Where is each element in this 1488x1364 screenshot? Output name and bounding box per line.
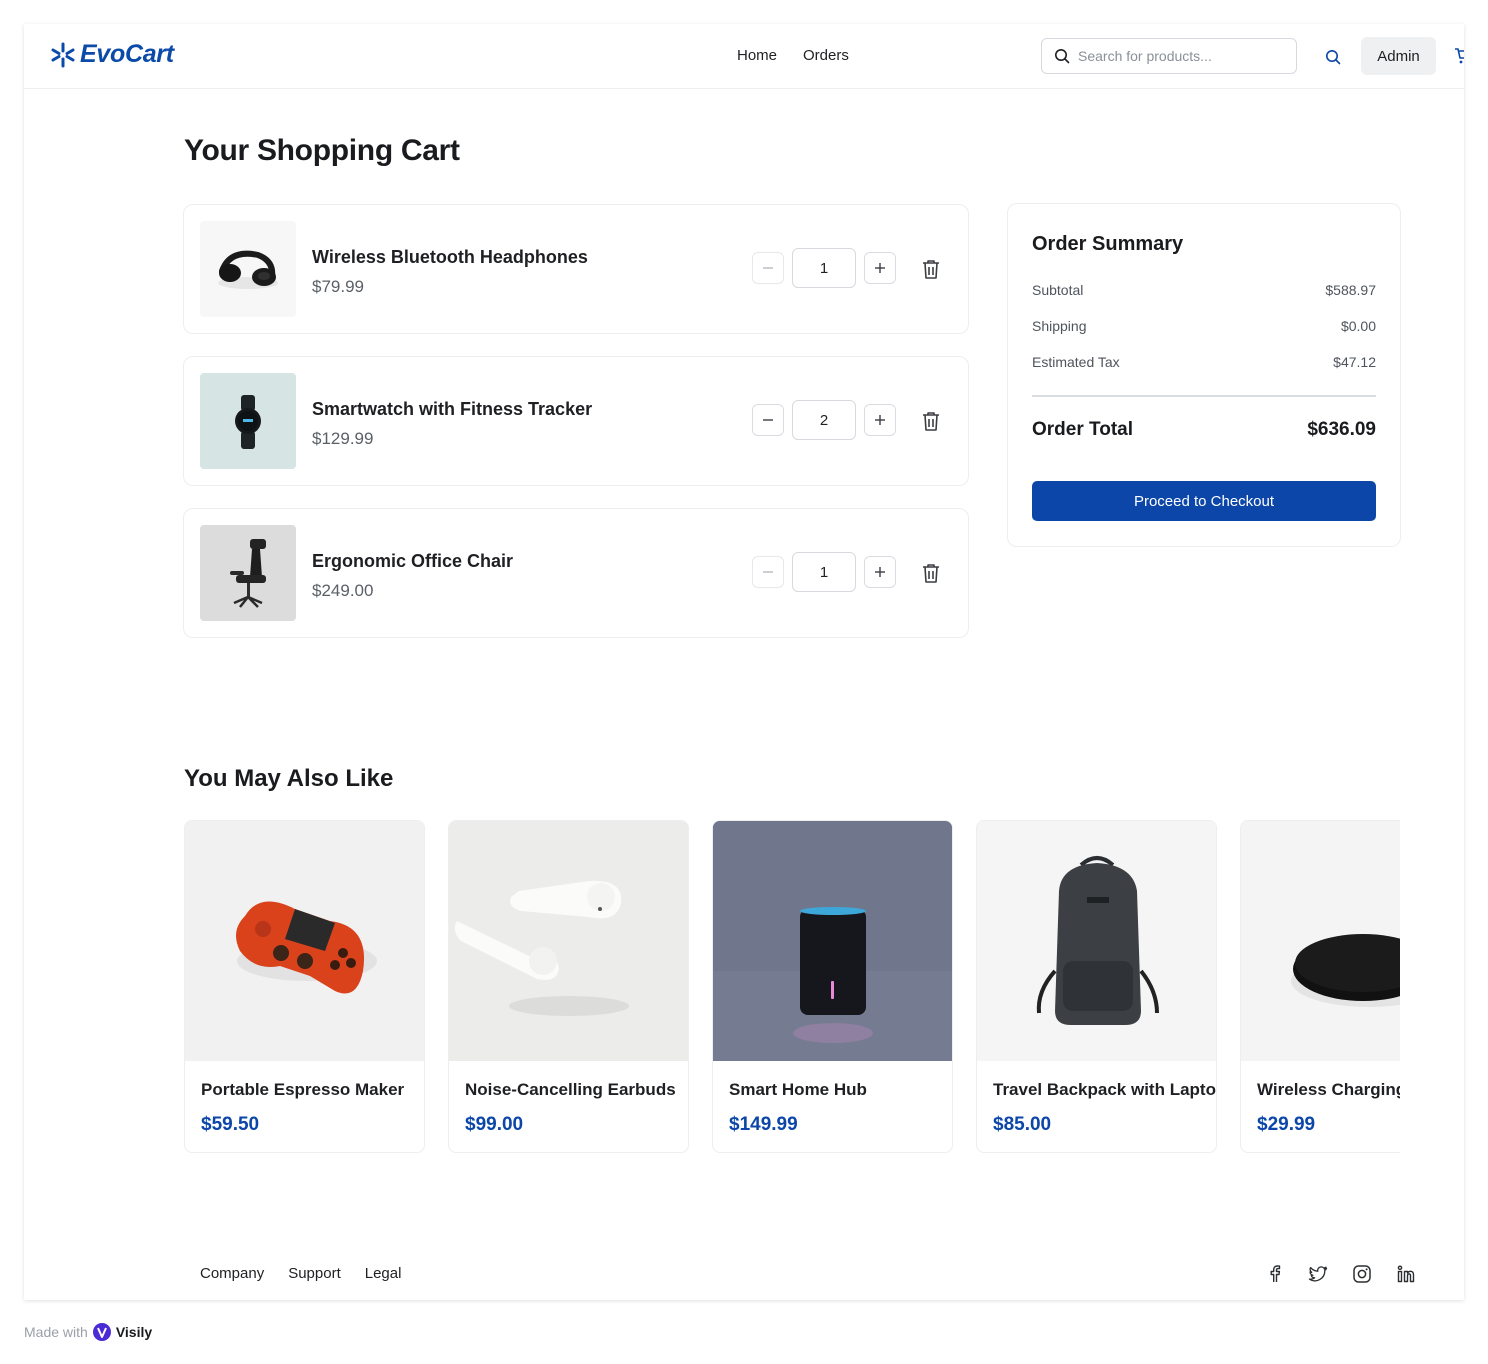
decrease-quantity-button[interactable]	[752, 556, 784, 588]
nav-orders[interactable]: Orders	[803, 47, 849, 64]
backpack-image	[977, 821, 1216, 1061]
footer-link-company[interactable]: Company	[200, 1265, 264, 1282]
increase-quantity-button[interactable]	[864, 252, 896, 284]
increase-quantity-button[interactable]	[864, 556, 896, 588]
search-input[interactable]	[1078, 48, 1278, 64]
visily-logo-icon	[92, 1323, 111, 1341]
search-button[interactable]	[1322, 46, 1344, 68]
product-name: Portable Espresso Maker	[201, 1080, 405, 1099]
trash-icon	[923, 412, 939, 431]
remove-item-button[interactable]	[920, 257, 942, 281]
cart-icon[interactable]	[1454, 47, 1464, 65]
recommendations-title: You May Also Like	[184, 765, 394, 792]
logo-text: EvoCart	[80, 40, 174, 68]
remove-item-button[interactable]	[920, 561, 942, 585]
shipping-value: $0.00	[1340, 318, 1376, 334]
product-name: Wireless Charging Pad	[1257, 1080, 1400, 1099]
cart-item: Smartwatch with Fitness Tracker $129.99	[183, 356, 969, 486]
total-value: $636.09	[1307, 419, 1376, 440]
item-name[interactable]: Wireless Bluetooth Headphones	[312, 247, 588, 268]
product-price: $85.00	[993, 1114, 1052, 1135]
quantity-input[interactable]	[792, 248, 856, 288]
tax-row: Estimated Tax $47.12	[1032, 354, 1376, 370]
cart-item: Ergonomic Office Chair $249.00	[183, 508, 969, 638]
page-title: Your Shopping Cart	[184, 134, 460, 167]
product-card[interactable]: Portable Espresso Maker $59.50	[184, 820, 425, 1153]
recommendations-carousel: Portable Espresso Maker $59.50 Noise-Can…	[184, 820, 1400, 1154]
subtotal-row: Subtotal $588.97	[1032, 282, 1376, 298]
quantity-input[interactable]	[792, 400, 856, 440]
subtotal-value: $588.97	[1325, 282, 1376, 298]
instagram-icon[interactable]	[1351, 1263, 1373, 1285]
product-price: $59.50	[201, 1114, 260, 1135]
total-row: Order Total $636.09	[1032, 419, 1376, 441]
search-icon	[1055, 49, 1070, 64]
product-name: Smart Home Hub	[729, 1080, 867, 1099]
logo[interactable]: EvoCart	[50, 40, 174, 69]
plus-icon	[875, 567, 885, 577]
footer-link-legal[interactable]: Legal	[365, 1265, 402, 1282]
item-name[interactable]: Ergonomic Office Chair	[312, 551, 513, 572]
visily-brand: Visily	[115, 1324, 153, 1340]
linkedin-icon[interactable]	[1395, 1263, 1417, 1285]
remove-item-button[interactable]	[920, 409, 942, 433]
item-name[interactable]: Smartwatch with Fitness Tracker	[312, 399, 592, 420]
made-with-text: Made with	[24, 1324, 88, 1340]
product-price: $149.99	[729, 1114, 798, 1135]
main-nav: Home Orders	[737, 47, 849, 64]
plus-icon	[875, 263, 885, 273]
footer-links: Company Support Legal	[200, 1265, 401, 1282]
nav-home[interactable]: Home	[737, 47, 777, 64]
trash-icon	[923, 564, 939, 583]
subtotal-label: Subtotal	[1032, 282, 1084, 298]
charging-pad-image	[1241, 821, 1400, 1061]
item-price: $79.99	[312, 277, 364, 296]
headphones-image	[200, 221, 296, 317]
search-box	[1041, 38, 1297, 74]
tax-label: Estimated Tax	[1032, 354, 1120, 370]
top-header: EvoCart Home Orders Admin	[24, 24, 1464, 89]
product-price: $29.99	[1257, 1114, 1316, 1135]
product-name: Travel Backpack with Laptop Sleeve	[993, 1080, 1216, 1099]
order-summary: Order Summary Subtotal $588.97 Shipping …	[1007, 203, 1401, 547]
earbuds-image	[449, 821, 688, 1061]
game-controller-image	[185, 821, 424, 1061]
total-label: Order Total	[1032, 419, 1133, 440]
footer-link-support[interactable]: Support	[288, 1265, 341, 1282]
office-chair-image	[200, 525, 296, 621]
shipping-label: Shipping	[1032, 318, 1087, 334]
smartwatch-image	[200, 373, 296, 469]
app-frame: EvoCart Home Orders Admin	[24, 24, 1464, 1300]
product-card[interactable]: Noise-Cancelling Earbuds $99.00	[448, 820, 689, 1153]
plus-icon	[875, 415, 885, 425]
product-card[interactable]: Travel Backpack with Laptop Sleeve $85.0…	[976, 820, 1217, 1153]
summary-divider	[1032, 395, 1376, 397]
minus-icon	[763, 571, 773, 573]
summary-title: Order Summary	[1032, 233, 1184, 255]
shipping-row: Shipping $0.00	[1032, 318, 1376, 334]
made-with-watermark: Made with Visily	[24, 1322, 152, 1342]
checkout-button[interactable]: Proceed to Checkout	[1032, 481, 1376, 521]
decrease-quantity-button[interactable]	[752, 252, 784, 284]
trash-icon	[923, 260, 939, 279]
smart-speaker-image	[713, 821, 952, 1061]
cart-item: Wireless Bluetooth Headphones $79.99	[183, 204, 969, 334]
decrease-quantity-button[interactable]	[752, 404, 784, 436]
logo-icon	[51, 42, 75, 67]
admin-button[interactable]: Admin	[1361, 37, 1436, 75]
search-icon	[1326, 50, 1341, 65]
tax-value: $47.12	[1333, 354, 1376, 370]
minus-icon	[763, 419, 773, 421]
quantity-input[interactable]	[792, 552, 856, 592]
product-name: Noise-Cancelling Earbuds	[465, 1080, 676, 1099]
increase-quantity-button[interactable]	[864, 404, 896, 436]
twitter-icon[interactable]	[1307, 1263, 1329, 1285]
minus-icon	[763, 267, 773, 269]
facebook-icon[interactable]	[1264, 1263, 1286, 1285]
product-price: $99.00	[465, 1114, 524, 1135]
product-card[interactable]: Wireless Charging Pad $29.99	[1240, 820, 1400, 1153]
product-card[interactable]: Smart Home Hub $149.99	[712, 820, 953, 1153]
item-price: $129.99	[312, 429, 374, 448]
item-price: $249.00	[312, 581, 374, 600]
